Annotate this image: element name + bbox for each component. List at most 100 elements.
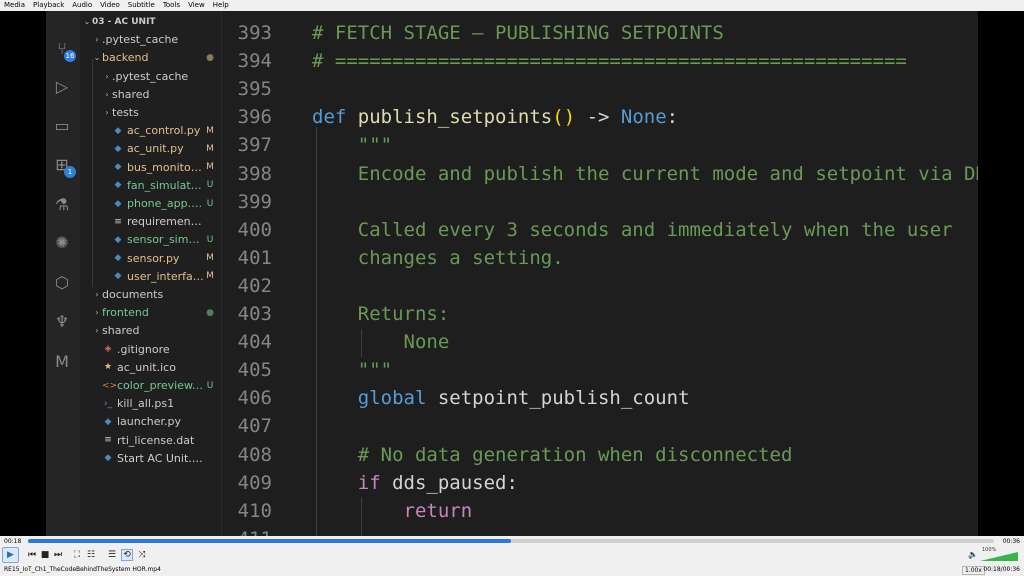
stop-icon[interactable]: ■	[40, 548, 50, 562]
next-icon[interactable]: ⏭	[53, 548, 63, 562]
git-status-badge: M	[206, 125, 214, 136]
extended-settings-icon[interactable]: ☷	[86, 548, 96, 562]
line-number: 410	[237, 499, 272, 522]
explorer-file[interactable]: ≡ requirements.txt	[80, 213, 222, 230]
extensions-icon[interactable]: ⊞ 1	[52, 155, 76, 178]
explorer-file[interactable]: ◆ user_interface.pyM	[80, 268, 222, 285]
explorer-file[interactable]: ◆ launcher.py	[80, 413, 222, 430]
code-line[interactable]: 398 Encode and publish the current mode …	[222, 160, 978, 188]
explorer-folder[interactable]: › frontend ●	[80, 304, 222, 321]
explorer-folder[interactable]: ⌄ 03 - AC UNIT	[80, 13, 222, 30]
code-token: """	[312, 359, 393, 382]
code-line[interactable]: 396 def publish_setpoints() -> None:	[222, 103, 978, 131]
menu-view[interactable]: View	[188, 0, 205, 11]
volume-slider[interactable]	[980, 552, 1018, 561]
explorer-folder[interactable]: › shared	[80, 322, 222, 339]
code-token: global	[357, 387, 427, 410]
menu-subtitle[interactable]: Subtitle	[128, 0, 155, 11]
menu-audio[interactable]: Audio	[72, 0, 92, 11]
explorer-file[interactable]: ◆ phone_app.py U	[80, 195, 222, 212]
html-file-icon: <>	[102, 380, 118, 391]
spark-icon[interactable]: ✺	[52, 233, 72, 253]
code-line[interactable]: 405 """	[222, 356, 978, 384]
code-line[interactable]: 402	[222, 272, 978, 300]
code-line[interactable]: 393 # FETCH STAGE — PUBLISHING SETPOINTS	[222, 19, 978, 47]
code-line[interactable]: 406 global setpoint_publish_count	[222, 384, 978, 412]
explorer-folder[interactable]: › shared	[80, 86, 222, 103]
menu-media[interactable]: Media	[4, 0, 25, 11]
git-status-badge: M	[206, 143, 214, 154]
code-line[interactable]: 410 return	[222, 497, 978, 525]
menu-playback[interactable]: Playback	[33, 0, 64, 11]
explorer-folder[interactable]: › tests	[80, 104, 222, 121]
code-text: def publish_setpoints() -> None:	[312, 106, 678, 128]
menu-tools[interactable]: Tools	[163, 0, 180, 11]
code-line[interactable]: 395	[222, 75, 978, 103]
explorer-file[interactable]: ◆ bus_monitor.py M	[80, 159, 222, 176]
playback-speed[interactable]: 1.00x	[962, 566, 985, 575]
package-icon[interactable]: ⬡	[52, 273, 72, 293]
code-token: ()	[552, 106, 576, 129]
explorer-file[interactable]: ◈ .gitignore	[80, 341, 222, 358]
explorer-file[interactable]: ◆ sensor.py M	[80, 250, 222, 267]
code-line[interactable]: 404 None	[222, 328, 978, 356]
explorer-file[interactable]: ◆ fan_simulator.pyU	[80, 177, 222, 194]
code-line[interactable]: 407	[222, 412, 978, 440]
explorer-item-label: kill_all.ps1	[117, 397, 175, 411]
explorer-folder[interactable]: › .pytest_cache	[80, 31, 222, 48]
line-number: 409	[237, 471, 272, 494]
video-frame[interactable]: ⑂ 16 ▷ ▭ ⊞ 1 ⚗ ✺ ⬡ ♆ M ⌄ 03 - AC UNIT › .pytest_cache…	[0, 11, 1024, 536]
explorer-folder[interactable]: › .pytest_cache	[80, 68, 222, 85]
testing-icon[interactable]: ⚗	[52, 195, 72, 215]
volume-icon[interactable]: 🔈	[968, 548, 978, 562]
python-icon[interactable]: ♆	[52, 312, 72, 332]
loop-icon[interactable]: ⟲	[121, 549, 133, 561]
code-line[interactable]: 397 """	[222, 131, 978, 159]
fullscreen-icon[interactable]: ⛶	[72, 548, 82, 562]
code-line[interactable]: 403 Returns:	[222, 300, 978, 328]
explorer-file[interactable]: ≡ rti_license.dat	[80, 432, 222, 449]
explorer-file[interactable]: ›_ kill_all.ps1	[80, 395, 222, 412]
code-line[interactable]: 401 changes a setting.	[222, 244, 978, 272]
code-editor: 393 # FETCH STAGE — PUBLISHING SETPOINTS 3…	[222, 11, 978, 536]
source-control-icon[interactable]: ⑂ 16	[52, 39, 76, 62]
remote-explorer-icon[interactable]: ▭	[52, 116, 72, 136]
explorer-file[interactable]: ★ ac_unit.ico	[80, 359, 222, 376]
chevron-right-icon: ›	[95, 308, 99, 318]
run-debug-icon[interactable]: ▷	[52, 77, 72, 97]
code-line[interactable]: 411	[222, 525, 978, 536]
seek-bar[interactable]	[28, 539, 994, 543]
play-button[interactable]: ▶	[2, 547, 19, 563]
explorer-file[interactable]: ◆ Start AC Unit.pyw	[80, 450, 222, 467]
explorer-item-label: shared	[112, 87, 150, 101]
menu-video[interactable]: Video	[100, 0, 120, 11]
explorer-item-label: .pytest_cache	[102, 33, 179, 47]
explorer-file[interactable]: ◆ ac_unit.py M	[80, 140, 222, 157]
chevron-right-icon: ›	[105, 89, 109, 99]
code-token: ->	[575, 106, 621, 129]
explorer-folder[interactable]: ⌄ backend ●	[80, 49, 222, 66]
code-text: # ======================================…	[312, 50, 907, 72]
code-line[interactable]: 409 if dds_paused:	[222, 469, 978, 497]
code-line[interactable]: 399	[222, 188, 978, 216]
shuffle-icon[interactable]: ⤨	[137, 548, 147, 562]
explorer-file[interactable]: ◆ ac_control.py M	[80, 122, 222, 139]
code-line[interactable]: 408 # No data generation when disconnect…	[222, 441, 978, 469]
elapsed-time: 00:18	[4, 538, 22, 545]
explorer-file[interactable]: <>color_preview.htmlU	[80, 377, 222, 394]
playlist-icon[interactable]: ☰	[107, 548, 117, 562]
line-number: 405	[237, 359, 272, 382]
explorer-folder[interactable]: › documents	[80, 286, 222, 303]
code-token: # ======================================…	[312, 50, 907, 73]
previous-icon[interactable]: ⏮	[27, 548, 37, 562]
menu-help[interactable]: Help	[213, 0, 229, 11]
git-status-badge: U	[206, 234, 214, 245]
code-text: changes a setting.	[312, 247, 564, 269]
explorer-file[interactable]: ◆ sensor_simulato...U	[80, 231, 222, 248]
m-icon[interactable]: M	[52, 352, 72, 372]
explorer-item-label: sensor.py	[127, 251, 180, 265]
code-line[interactable]: 400 Called every 3 seconds and immediate…	[222, 216, 978, 244]
code-line[interactable]: 394 # ===================================…	[222, 47, 978, 75]
